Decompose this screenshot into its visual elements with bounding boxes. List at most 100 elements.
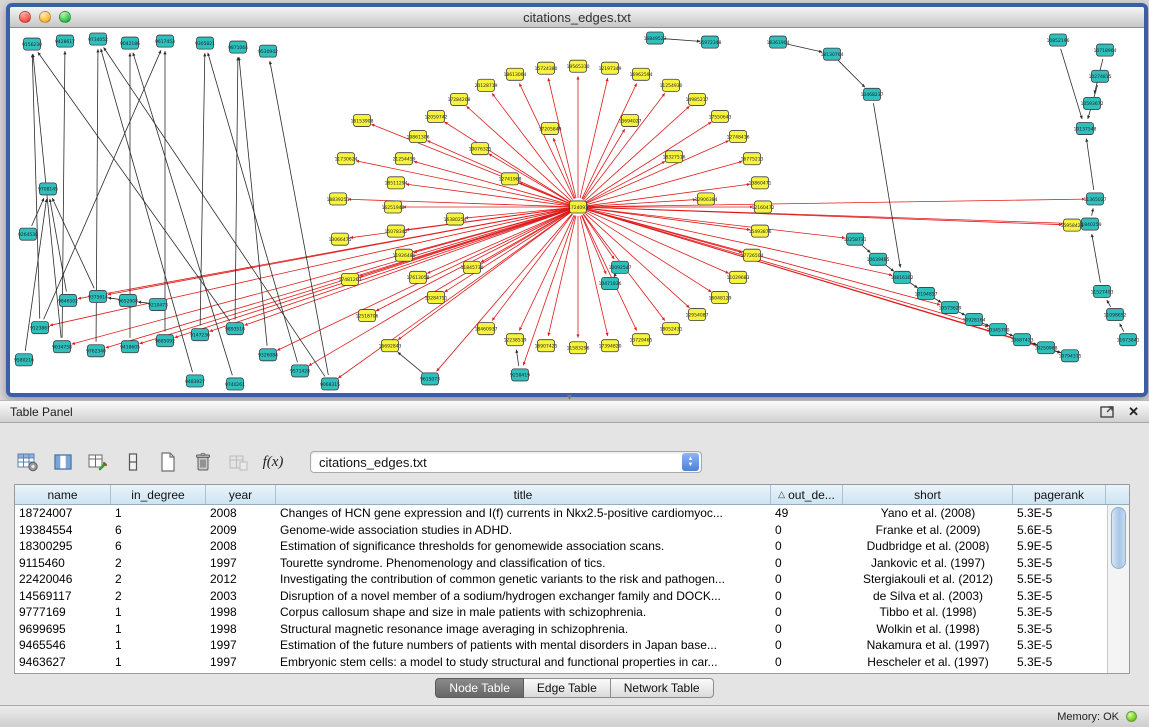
import-table-button[interactable] bbox=[226, 450, 250, 474]
table-row[interactable]: 1872400712008Changes of HCN gene express… bbox=[15, 505, 1107, 522]
table-cell[interactable]: 0 bbox=[771, 589, 843, 603]
network-node[interactable]: 9483927 bbox=[185, 375, 205, 387]
table-row[interactable]: 2242004622012Investigating the contribut… bbox=[15, 571, 1107, 588]
network-node[interactable]: 9326084 bbox=[258, 349, 278, 361]
table-cell[interactable]: 0 bbox=[771, 638, 843, 652]
network-node[interactable]: 9762340 bbox=[86, 345, 106, 357]
network-node[interactable]: 11926480 bbox=[393, 249, 416, 261]
table-cell[interactable]: 1998 bbox=[206, 622, 276, 636]
table-cell[interactable]: 49 bbox=[771, 506, 843, 520]
column-visibility-button[interactable] bbox=[51, 450, 75, 474]
network-node[interactable]: 11254930 bbox=[660, 79, 683, 91]
network-node[interactable]: 18460937 bbox=[475, 323, 498, 335]
new-row-button[interactable] bbox=[121, 450, 145, 474]
table-cell[interactable]: 9115460 bbox=[15, 556, 111, 570]
network-node[interactable]: 9893510 bbox=[225, 323, 245, 335]
network-node[interactable]: 18613064 bbox=[504, 68, 527, 80]
network-node[interactable]: 9685092 bbox=[155, 335, 175, 347]
table-cell[interactable]: Corpus callosum shape and size in male p… bbox=[276, 605, 771, 619]
network-node[interactable]: 18511294 bbox=[385, 177, 408, 189]
table-row[interactable]: 977716911998Corpus callosum shape and si… bbox=[15, 604, 1107, 621]
network-node[interactable]: 17205849 bbox=[539, 123, 562, 135]
table-cell[interactable]: 2 bbox=[111, 572, 206, 586]
table-cell[interactable]: 2003 bbox=[206, 589, 276, 603]
table-cell[interactable]: 0 bbox=[771, 556, 843, 570]
network-node[interactable]: 10794315 bbox=[1059, 350, 1082, 362]
network-node[interactable]: 18052431 bbox=[660, 323, 683, 335]
table-cell[interactable]: 9463627 bbox=[15, 655, 111, 669]
network-node[interactable]: 10345790 bbox=[987, 324, 1010, 336]
network-node[interactable]: 12238519 bbox=[504, 334, 527, 346]
network-node[interactable]: 11583296 bbox=[567, 342, 590, 354]
table-cell[interactable]: 5.3E-5 bbox=[1013, 622, 1106, 636]
table-mode-button[interactable] bbox=[16, 450, 40, 474]
network-node[interactable]: 17726504 bbox=[741, 249, 764, 261]
network-node[interactable]: 15724380 bbox=[535, 62, 558, 74]
network-node[interactable]: 13729465 bbox=[630, 334, 653, 346]
table-cell[interactable]: Franke et al. (2009) bbox=[843, 523, 1013, 537]
network-node[interactable]: 15493876 bbox=[749, 225, 772, 237]
table-cell[interactable]: 9465546 bbox=[15, 638, 111, 652]
network-node[interactable]: 9615073 bbox=[420, 373, 440, 385]
table-cell[interactable]: 1 bbox=[111, 605, 206, 619]
network-node[interactable]: 9530942 bbox=[258, 45, 278, 57]
function-builder-button[interactable]: f(x) bbox=[261, 450, 285, 474]
table-cell[interactable]: 2 bbox=[111, 589, 206, 603]
network-node[interactable]: 9264530 bbox=[18, 228, 38, 240]
network-node[interactable]: 9846502 bbox=[58, 294, 78, 306]
tab-node-table[interactable]: Node Table bbox=[435, 678, 524, 698]
delete-table-button[interactable] bbox=[191, 450, 215, 474]
table-cell[interactable]: 14569117 bbox=[15, 589, 111, 603]
network-node[interactable]: 20128719 bbox=[475, 79, 498, 91]
network-node[interactable]: 10687423 bbox=[1011, 334, 1034, 346]
table-cell[interactable]: 2012 bbox=[206, 572, 276, 586]
table-cell[interactable]: 5.3E-5 bbox=[1013, 556, 1106, 570]
network-node[interactable]: 11845730 bbox=[461, 261, 484, 273]
network-node[interactable]: 9305821 bbox=[195, 37, 215, 49]
table-cell[interactable]: 9777169 bbox=[15, 605, 111, 619]
network-node[interactable]: 10573629 bbox=[939, 301, 962, 313]
table-cell[interactable]: 2009 bbox=[206, 523, 276, 537]
network-node[interactable]: 16692843 bbox=[379, 340, 402, 352]
table-select-dropdown[interactable]: citations_edges.txt ▲▼ bbox=[310, 451, 702, 473]
table-cell[interactable]: Changes of HCN gene expression and I(f) … bbox=[276, 506, 771, 520]
network-node[interactable]: 21254459 bbox=[393, 153, 416, 165]
table-cell[interactable]: Estimation of the future numbers of pati… bbox=[276, 638, 771, 652]
column-header-out_de[interactable]: △out_de... bbox=[771, 485, 843, 504]
network-node[interactable]: 11029683 bbox=[727, 271, 750, 283]
network-node[interactable]: 16907425 bbox=[535, 340, 558, 352]
network-node[interactable]: 17394820 bbox=[599, 340, 622, 352]
network-node[interactable]: 13066475 bbox=[329, 233, 352, 245]
network-node[interactable]: 16380254 bbox=[444, 213, 467, 225]
network-node[interactable]: 9571428 bbox=[290, 365, 310, 377]
network-node[interactable]: 16962594 bbox=[630, 68, 653, 80]
new-column-button[interactable] bbox=[86, 450, 110, 474]
scrollbar-thumb[interactable] bbox=[1111, 507, 1126, 569]
table-cell[interactable]: Hescheler et al. (1997) bbox=[843, 655, 1013, 669]
table-cell[interactable]: 5.3E-5 bbox=[1013, 605, 1106, 619]
close-panel-icon[interactable]: ✕ bbox=[1128, 406, 1139, 418]
table-cell[interactable]: Genome-wide association studies in ADHD. bbox=[276, 523, 771, 537]
table-cell[interactable]: 5.5E-5 bbox=[1013, 572, 1106, 586]
network-node[interactable]: 9123867 bbox=[30, 322, 50, 334]
table-cell[interactable]: Jankovic et al. (1997) bbox=[843, 556, 1013, 570]
network-node[interactable]: 11365027 bbox=[1084, 193, 1107, 205]
table-cell[interactable]: Tibbo et al. (1998) bbox=[843, 605, 1013, 619]
network-node[interactable]: 10639485 bbox=[867, 253, 890, 265]
network-node[interactable]: 9156230 bbox=[22, 38, 42, 50]
table-row[interactable]: 969969511998Structural magnetic resonanc… bbox=[15, 621, 1107, 638]
table-cell[interactable]: 6 bbox=[111, 523, 206, 537]
network-node[interactable]: 10468237 bbox=[861, 88, 884, 100]
table-row[interactable]: 1938455462009Genome-wide association stu… bbox=[15, 522, 1107, 539]
table-cell[interactable]: 0 bbox=[771, 523, 843, 537]
table-cell[interactable]: 18300295 bbox=[15, 539, 111, 553]
column-header-pagerank[interactable]: pagerank bbox=[1013, 485, 1106, 504]
network-graph[interactable]: 1724093162519481851129421254459198613061… bbox=[10, 28, 1144, 393]
table-row[interactable]: 1456911722003Disruption of a novel membe… bbox=[15, 588, 1107, 605]
table-cell[interactable]: 5.6E-5 bbox=[1013, 523, 1106, 537]
network-node[interactable]: 17284208 bbox=[448, 93, 471, 105]
network-node[interactable]: 9617453 bbox=[155, 35, 175, 47]
table-row[interactable]: 946554611997Estimation of the future num… bbox=[15, 637, 1107, 654]
network-node[interactable]: 9068315 bbox=[320, 378, 340, 390]
network-node[interactable]: 19565310 bbox=[567, 60, 590, 72]
